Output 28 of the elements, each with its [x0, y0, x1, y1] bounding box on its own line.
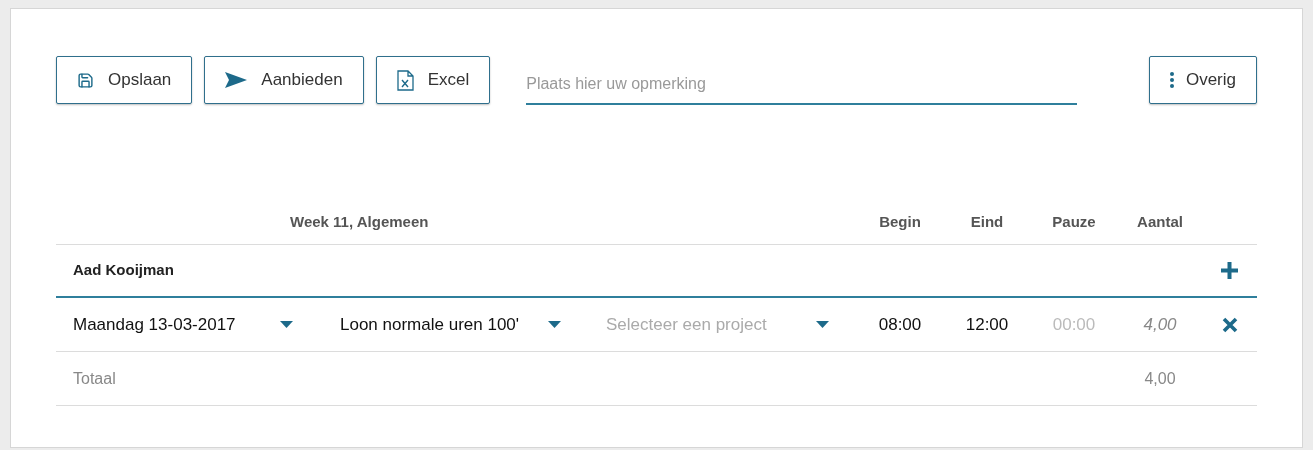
save-icon: [77, 71, 94, 89]
export-button[interactable]: Excel: [375, 56, 491, 104]
hour-type-dropdown[interactable]: Loon normale uren 100': [324, 311, 590, 338]
amount-value: 4,00: [1142, 313, 1178, 336]
employee-name: Aad Kooijman: [72, 260, 175, 281]
delete-icon[interactable]: [1221, 316, 1238, 333]
column-header: Pauze: [1051, 212, 1097, 233]
submit-button[interactable]: Aanbieden: [204, 56, 364, 104]
begin-time[interactable]: 08:00: [856, 311, 944, 338]
caret-icon[interactable]: [280, 321, 293, 328]
more-icon: [1169, 72, 1174, 88]
pause-field[interactable]: 00:00: [1030, 311, 1118, 338]
date-dropdown[interactable]: Maandag 13-03-2017: [56, 311, 324, 338]
comment-field[interactable]: Plaats hier uw opmerking: [526, 65, 1078, 105]
end-time[interactable]: 12:00: [944, 311, 1030, 338]
caret-icon[interactable]: [816, 321, 829, 328]
save-button[interactable]: Opslaan: [56, 56, 193, 104]
column-header: Begin: [878, 212, 922, 233]
more-button[interactable]: Overig: [1148, 56, 1257, 104]
column-header: Aantal: [1136, 212, 1184, 233]
caret-icon[interactable]: [548, 321, 561, 328]
total-value: 4,00: [1143, 368, 1177, 389]
table-title: Week 11, Algemeen: [289, 212, 430, 233]
spreadsheet-file-icon: [396, 69, 414, 91]
add-icon[interactable]: [1221, 262, 1238, 279]
column-header: Eind: [969, 212, 1005, 233]
send-icon: [225, 72, 248, 88]
total-label: Totaal: [72, 368, 117, 389]
